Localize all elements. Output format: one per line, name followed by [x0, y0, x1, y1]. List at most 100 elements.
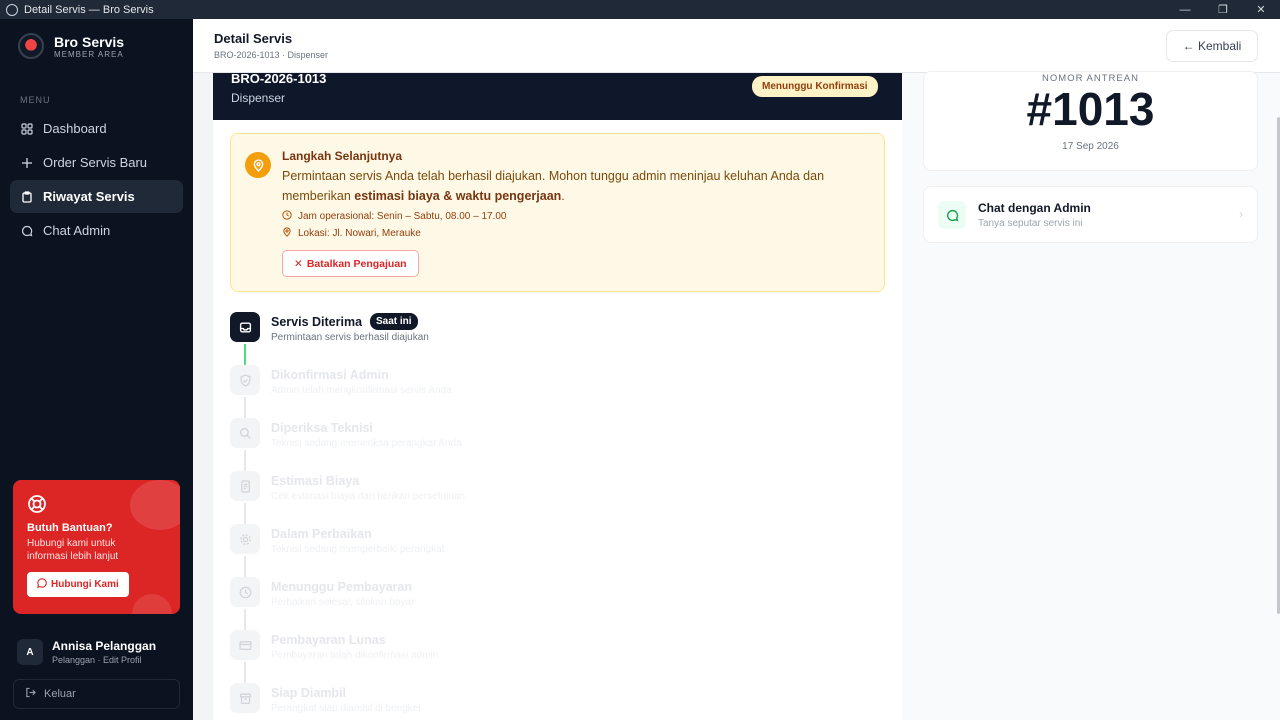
- card-icon: [230, 630, 260, 660]
- close-icon[interactable]: ✕: [1242, 0, 1280, 19]
- timeline-step-dalam-perbaikan: Dalam Perbaikan Teknisi sedang memperbai…: [230, 524, 885, 564]
- contact-us-button[interactable]: Hubungi Kami: [27, 572, 129, 597]
- inbox-icon: [230, 312, 260, 342]
- timeline-step-estimasi-biaya: Estimasi Biaya Cek estimasi biaya dan be…: [230, 471, 885, 511]
- brand[interactable]: Bro Servis MEMBER AREA: [18, 33, 124, 59]
- user-role: Pelanggan · Edit Profil: [52, 655, 142, 665]
- next-step-title: Langkah Selanjutnya: [282, 149, 403, 163]
- restore-icon[interactable]: ❐: [1204, 0, 1242, 19]
- sidebar-item-label: Dashboard: [43, 121, 107, 136]
- page-header: Detail Servis BRO-2026-1013 · Dispenser …: [193, 19, 1280, 73]
- x-icon: ✕: [294, 257, 303, 270]
- clock-icon: [282, 210, 292, 223]
- sidebar-nav: Dashboard Order Servis Baru Riwayat Serv…: [10, 112, 183, 248]
- timeline-step-servis-diterima: Servis Diterima Saat ini Permintaan serv…: [230, 312, 885, 352]
- timeline-connector: [244, 397, 246, 419]
- back-button[interactable]: ← Kembali: [1166, 30, 1258, 62]
- search-icon: [230, 418, 260, 448]
- detail-panel: Langkah Selanjutnya Permintaan servis An…: [213, 120, 902, 720]
- timeline-step-dikonfirmasi-admin: Dikonfirmasi Admin Admin telah mengkonfi…: [230, 365, 885, 405]
- location-pin-icon: [282, 227, 292, 240]
- chat-subtitle: Tanya seputar servis ini: [978, 218, 1083, 229]
- clipboard-icon: [21, 190, 33, 203]
- chat-icon: [21, 225, 33, 237]
- next-step-text: Permintaan servis Anda telah berhasil di…: [282, 167, 872, 206]
- timeline-connector: [244, 556, 246, 578]
- lifebuoy-icon: [27, 494, 47, 514]
- user-name: Annisa Pelanggan: [52, 639, 157, 653]
- app-icon: [6, 3, 18, 16]
- step-desc: Permintaan servis berhasil diajukan: [271, 332, 429, 343]
- page-title: Detail Servis: [214, 31, 293, 46]
- device-name: Dispenser: [231, 91, 286, 105]
- sidebar-item-order-servis-baru[interactable]: Order Servis Baru: [10, 146, 183, 179]
- step-name: Siap Diambil: [271, 686, 347, 700]
- window-title: Detail Servis — Bro Servis: [24, 3, 154, 16]
- operating-hours-text: Jam operasional: Senin – Sabtu, 08.00 – …: [298, 211, 507, 222]
- step-desc: Admin telah mengkonfirmasi servis Anda: [271, 385, 452, 396]
- shield-check-icon: [230, 365, 260, 395]
- step-name: Servis Diterima: [271, 315, 363, 329]
- chat-icon: [938, 201, 966, 229]
- brand-logo-icon: [18, 33, 44, 59]
- ticket-code: BRO-2026-1013: [231, 71, 327, 86]
- grid-icon: [21, 122, 33, 135]
- minimize-icon[interactable]: —: [1166, 0, 1204, 19]
- timeline-connector: [244, 662, 246, 684]
- cancel-request-button[interactable]: ✕ Batalkan Pengajuan: [282, 250, 419, 277]
- service-location: Lokasi: Jl. Nowari, Merauke: [282, 227, 421, 240]
- sidebar-item-chat-admin[interactable]: Chat Admin: [10, 214, 183, 247]
- contact-us-label: Hubungi Kami: [51, 579, 119, 590]
- sidebar-item-dashboard[interactable]: Dashboard: [10, 112, 183, 145]
- right-panel: NOMOR ANTREAN #1013 17 Sep 2026 Chat den…: [902, 71, 1280, 720]
- current-step-badge: Saat ini: [370, 313, 418, 330]
- sidebar-item-label: Order Servis Baru: [43, 155, 148, 170]
- sidebar: Bro Servis MEMBER AREA MENU Dashboard Or…: [0, 19, 193, 720]
- chevron-right-icon: ›: [1239, 207, 1243, 221]
- next-step-text-bold: estimasi biaya & waktu pengerjaan: [354, 188, 562, 203]
- help-card: Butuh Bantuan? Hubungi kami untuk inform…: [13, 480, 180, 614]
- logout-icon: [25, 687, 36, 701]
- step-desc: Cek estimasi biaya dan berikan persetuju…: [271, 491, 465, 502]
- operating-hours: Jam operasional: Senin – Sabtu, 08.00 – …: [282, 210, 506, 223]
- step-name: Diperiksa Teknisi: [271, 421, 373, 435]
- chat-admin-card[interactable]: Chat dengan Admin Tanya seputar servis i…: [923, 186, 1258, 243]
- window-titlebar: Detail Servis — Bro Servis — ❐ ✕: [0, 0, 1280, 19]
- step-name: Estimasi Biaya: [271, 474, 360, 488]
- queue-card: NOMOR ANTREAN #1013 17 Sep 2026: [923, 71, 1258, 171]
- main-content: BRO-2026-1013 Dispenser Menunggu Konfirm…: [213, 71, 902, 720]
- chat-title: Chat dengan Admin: [978, 201, 1091, 215]
- logout-label: Keluar: [44, 688, 76, 700]
- cancel-request-label: Batalkan Pengajuan: [306, 257, 407, 270]
- menu-label: MENU: [20, 95, 51, 105]
- location-pin-icon: [245, 152, 271, 178]
- timeline-connector: [244, 344, 246, 366]
- step-desc: Teknisi sedang memperbaiki perangkat: [271, 544, 445, 555]
- step-name: Dikonfirmasi Admin: [271, 368, 389, 382]
- help-text: Hubungi kami untuk informasi lebih lanju…: [27, 538, 119, 562]
- sidebar-item-riwayat-servis[interactable]: Riwayat Servis: [10, 180, 183, 213]
- service-location-text: Lokasi: Jl. Nowari, Merauke: [298, 228, 421, 239]
- queue-date: 17 Sep 2026: [1062, 141, 1119, 152]
- plus-icon: [21, 157, 33, 169]
- step-name: Dalam Perbaikan: [271, 527, 372, 541]
- brand-subtitle: MEMBER AREA: [54, 49, 124, 59]
- queue-number: #1013: [1026, 83, 1155, 135]
- timeline-connector: [244, 450, 246, 472]
- timeline-connector: [244, 503, 246, 525]
- document-icon: [230, 471, 260, 501]
- timeline-step-pembayaran-lunas: Pembayaran Lunas Pembayaran telah dikonf…: [230, 630, 885, 670]
- status-badge: Menunggu Konfirmasi: [752, 76, 878, 97]
- sidebar-item-label: Chat Admin: [43, 223, 111, 238]
- step-name: Menunggu Pembayaran: [271, 580, 412, 594]
- sidebar-item-label: Riwayat Servis: [43, 189, 135, 204]
- next-step-text-end: .: [561, 188, 565, 203]
- step-desc: Teknisi sedang memeriksa perangkat Anda: [271, 438, 462, 449]
- box-icon: [230, 683, 260, 713]
- step-desc: Pembayaran telah dikonfirmasi admin: [271, 650, 439, 661]
- gear-icon: [230, 524, 260, 554]
- user-profile[interactable]: A Annisa Pelanggan Pelanggan · Edit Prof…: [17, 639, 156, 665]
- brand-name: Bro Servis: [54, 33, 125, 50]
- logout-button[interactable]: Keluar: [13, 679, 180, 709]
- clock-icon: [230, 577, 260, 607]
